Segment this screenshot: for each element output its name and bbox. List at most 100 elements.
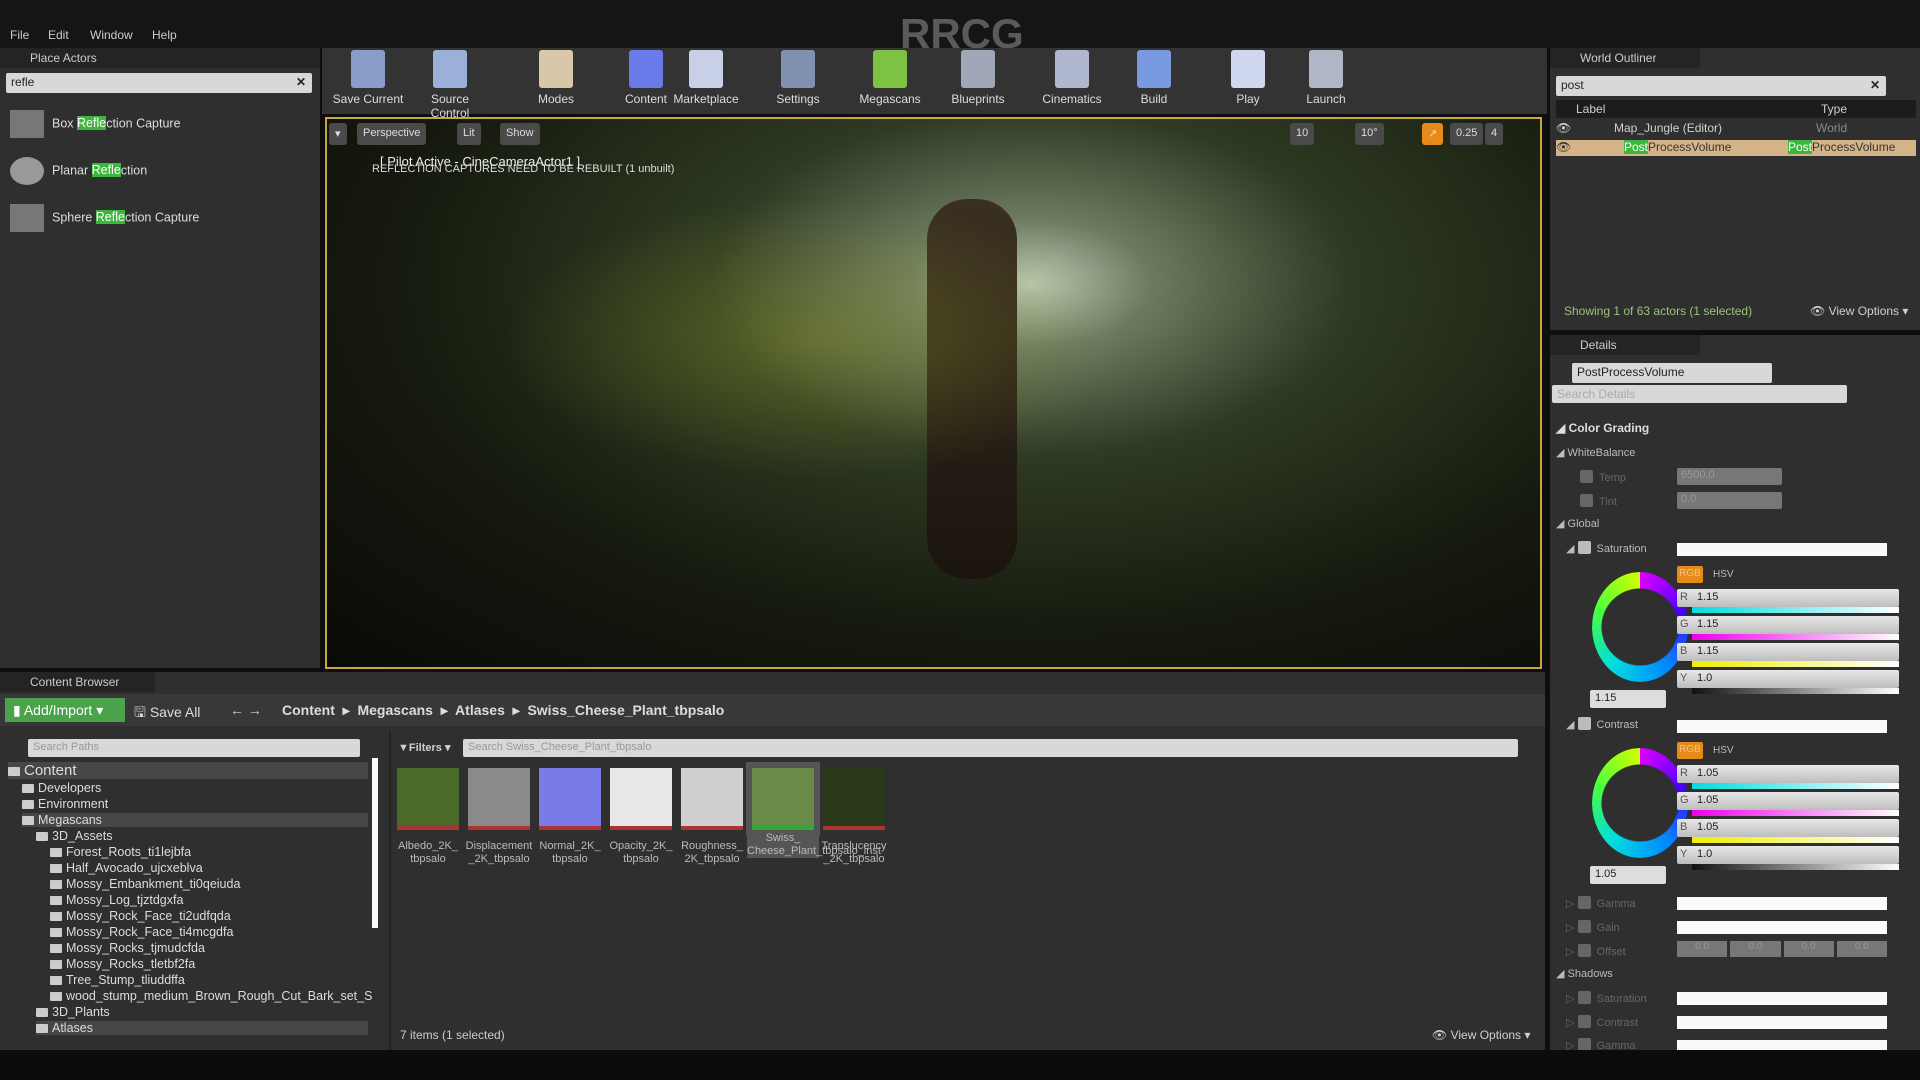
folder-tree-item[interactable]: Mossy_Log_tjztdgxfa — [50, 893, 183, 907]
shadows-gamma-bar[interactable] — [1677, 1040, 1887, 1050]
folder-tree-item[interactable]: Environment — [22, 797, 108, 811]
saturation-y[interactable]: Y 1.0 — [1677, 670, 1899, 688]
contrast-value[interactable]: 1.05 — [1590, 866, 1666, 884]
type-column[interactable]: Type — [1821, 102, 1847, 116]
filters-button[interactable]: ▼Filters ▾ — [398, 741, 450, 754]
shadows-contrast-bar[interactable] — [1677, 1016, 1887, 1029]
gamma-bar[interactable] — [1677, 897, 1887, 910]
toolbar-blueprints-button[interactable]: Blueprints — [940, 50, 1016, 106]
grid-snap[interactable]: 10 — [1290, 123, 1315, 145]
saturation-g[interactable]: G 1.15 — [1677, 616, 1899, 634]
content-view-options[interactable]: 👁 View Options ▾ — [1432, 1028, 1530, 1042]
asset-thumbnail[interactable] — [610, 768, 672, 830]
breadcrumb-megascans[interactable]: Megascans — [357, 702, 432, 718]
place-actors-tab[interactable]: Place Actors — [0, 48, 320, 68]
folder-tree-item[interactable]: Mossy_Rock_Face_ti2udfqda — [50, 909, 231, 923]
folder-tree-item[interactable]: Developers — [22, 781, 101, 795]
content-browser-tab[interactable]: Content Browser — [0, 672, 155, 692]
temp-field[interactable]: 6500.0 — [1677, 468, 1782, 485]
tint-field[interactable]: 0.0 — [1677, 492, 1782, 509]
asset-thumbnail[interactable] — [397, 768, 459, 830]
contrast-label[interactable]: ◢ Contrast — [1566, 717, 1638, 731]
toolbar-megascans-button[interactable]: Megascans — [852, 50, 928, 106]
saturation-bar[interactable] — [1677, 543, 1887, 556]
lit-button[interactable]: Lit — [457, 123, 481, 145]
toolbar-settings-button[interactable]: Settings — [760, 50, 836, 106]
contrast-r[interactable]: R 1.05 — [1677, 765, 1899, 783]
actor-item-planar-reflection[interactable]: Planar Reflection — [10, 157, 147, 185]
contrast-g[interactable]: G 1.05 — [1677, 792, 1899, 810]
show-button[interactable]: Show — [500, 123, 540, 145]
folder-tree-item[interactable]: Atlases — [36, 1021, 368, 1035]
breadcrumb-atlases[interactable]: Atlases — [455, 702, 505, 718]
shadows-saturation-bar[interactable] — [1677, 992, 1887, 1005]
back-forward-buttons[interactable]: ← → — [230, 702, 262, 718]
folder-tree-item[interactable]: 3D_Plants — [36, 1005, 110, 1019]
camera-speed[interactable]: 4 — [1485, 123, 1504, 145]
saturation-color-wheel[interactable] — [1592, 572, 1688, 682]
menu-file[interactable]: File — [10, 28, 29, 42]
saturation-rgb-tab[interactable]: RGB — [1677, 566, 1703, 583]
group-white-balance[interactable]: ◢ WhiteBalance — [1556, 446, 1635, 459]
folder-tree-item[interactable]: Tree_Stump_tliuddffa — [50, 973, 185, 987]
outliner-row-postprocess[interactable]: 👁 PostProcessVolume PostProcessVolume — [1556, 140, 1916, 156]
actor-name-field[interactable]: PostProcessVolume — [1572, 363, 1772, 383]
folder-tree-item[interactable]: Half_Avocado_ujcxeblva — [50, 861, 203, 875]
toolbar-build-button[interactable]: Build — [1116, 50, 1192, 106]
saturation-label[interactable]: ◢ Saturation — [1566, 541, 1647, 555]
contrast-rgb-tab[interactable]: RGB — [1677, 742, 1703, 759]
section-color-grading[interactable]: ◢ Color Grading — [1556, 421, 1649, 435]
label-column[interactable]: Label — [1576, 102, 1605, 116]
contrast-hsv-tab[interactable]: HSV — [1713, 745, 1734, 756]
eye-icon[interactable]: 👁 — [1556, 121, 1571, 135]
eye-icon[interactable]: 👁 — [1556, 140, 1571, 154]
toolbar-cinematics-button[interactable]: Cinematics — [1034, 50, 1110, 106]
saturation-b[interactable]: B 1.15 — [1677, 643, 1899, 661]
contrast-b[interactable]: B 1.05 — [1677, 819, 1899, 837]
perspective-button[interactable]: Perspective — [357, 123, 427, 145]
asset-thumbnail[interactable] — [746, 762, 820, 836]
outliner-view-options[interactable]: 👁 View Options ▾ — [1810, 304, 1908, 318]
actor-item-sphere-reflection[interactable]: Sphere Reflection Capture — [10, 204, 199, 232]
viewport-options-button[interactable]: ▾ — [329, 123, 347, 145]
outliner-search[interactable]: post ✕ — [1556, 76, 1886, 96]
gain-bar[interactable] — [1677, 921, 1887, 934]
gain-label[interactable]: ▷ Gain — [1566, 920, 1620, 934]
search-assets-input[interactable]: Search Swiss_Cheese_Plant_tbpsalo — [463, 739, 1518, 757]
contrast-bar[interactable] — [1677, 720, 1887, 733]
world-outliner-tab[interactable]: World Outliner — [1550, 48, 1700, 68]
toolbar-marketplace-button[interactable]: Marketplace — [668, 50, 744, 106]
asset-thumbnail[interactable] — [468, 768, 530, 830]
offset-label[interactable]: ▷ Offset — [1566, 944, 1626, 958]
search-paths-input[interactable]: Search Paths — [28, 739, 360, 757]
menu-help[interactable]: Help — [152, 28, 177, 42]
details-tab[interactable]: Details — [1550, 335, 1700, 355]
details-search[interactable]: Search Details — [1552, 385, 1847, 403]
save-all-button[interactable]: 🖫 Save All — [134, 702, 200, 726]
rotation-snap[interactable]: 10° — [1355, 123, 1384, 145]
clear-icon[interactable]: ✕ — [296, 75, 306, 89]
contrast-y[interactable]: Y 1.0 — [1677, 846, 1899, 864]
breadcrumb-swiss-cheese[interactable]: Swiss_Cheese_Plant_tbpsalo — [527, 702, 724, 718]
gamma-label[interactable]: ▷ Gamma — [1566, 896, 1636, 910]
group-global[interactable]: ◢ Global — [1556, 517, 1599, 530]
toolbar-play-button[interactable]: Play — [1210, 50, 1286, 106]
menu-window[interactable]: Window — [90, 28, 133, 42]
breadcrumb-content[interactable]: Content — [282, 702, 335, 718]
scale-snap-icon[interactable]: ↗ — [1422, 123, 1444, 145]
folder-tree-item[interactable]: 3D_Assets — [36, 829, 112, 843]
level-viewport[interactable] — [325, 117, 1542, 669]
tree-scrollbar[interactable] — [372, 758, 378, 928]
group-shadows[interactable]: ◢ Shadows — [1556, 967, 1613, 980]
folder-tree-item[interactable]: Content — [8, 762, 368, 779]
saturation-r[interactable]: R 1.15 — [1677, 589, 1899, 607]
saturation-value[interactable]: 1.15 — [1590, 690, 1666, 708]
folder-tree-item[interactable]: Megascans — [22, 813, 368, 827]
asset-thumbnail[interactable] — [539, 768, 601, 830]
folder-tree-item[interactable]: wood_stump_medium_Brown_Rough_Cut_Bark_s… — [50, 989, 372, 1003]
outliner-row-world[interactable]: 👁 Map_Jungle (Editor) World — [1556, 121, 1916, 137]
toolbar-save-current-button[interactable]: Save Current — [330, 50, 406, 106]
shadows-contrast[interactable]: ▷ Contrast — [1566, 1015, 1638, 1029]
actor-item-box-reflection[interactable]: Box Reflection Capture — [10, 110, 181, 138]
saturation-hsv-tab[interactable]: HSV — [1713, 569, 1734, 580]
